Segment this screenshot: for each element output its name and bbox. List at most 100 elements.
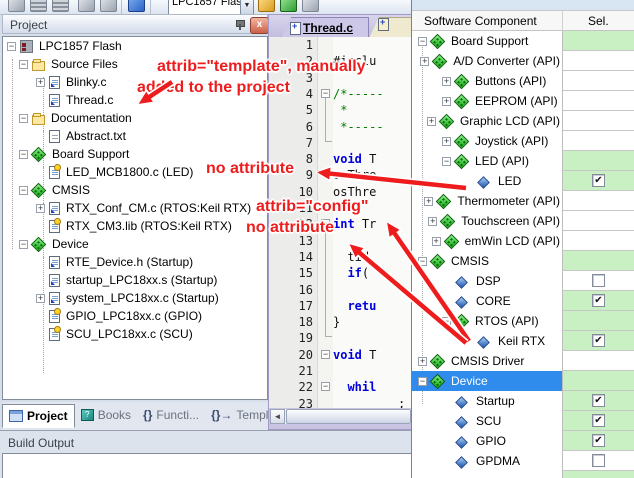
component-label: Touchscreen (API) — [459, 214, 562, 228]
tab-functi[interactable]: {}Functi... — [137, 404, 205, 426]
target-select-combo[interactable]: LPC1857 Flash ▼ — [168, 0, 254, 15]
checkbox-checked[interactable]: ✔ — [592, 334, 605, 347]
tree-item-cmsis[interactable]: −CMSIS — [3, 181, 267, 199]
code-text: whil — [333, 380, 376, 394]
component-label: Joystick (API) — [473, 134, 550, 148]
component-row-thermometer-api[interactable]: +Thermometer (API) — [412, 191, 634, 211]
tree-item-gpio-lpc18xx-c-gpio[interactable]: GPIO_LPC18xx.c (GPIO) — [3, 307, 267, 325]
component-row-graphic-lcd-api[interactable]: +Graphic LCD (API) — [412, 111, 634, 131]
component-row-startup[interactable]: Startup✔ — [412, 391, 634, 411]
translate-icon[interactable] — [78, 0, 95, 12]
options-for-target-icon[interactable] — [258, 0, 275, 12]
expander-device[interactable]: − — [418, 377, 427, 386]
close-icon[interactable]: x — [250, 17, 269, 34]
component-row-core[interactable]: CORE✔ — [412, 291, 634, 311]
tree-item-device[interactable]: −Device — [3, 235, 267, 253]
tab-books[interactable]: ?Books — [75, 404, 137, 426]
component-row-cmsis-driver[interactable]: +CMSIS Driver — [412, 351, 634, 371]
tree-item-rtx-cm3-lib-rtos-keil-rtx[interactable]: RTX_CM3.lib (RTOS:Keil RTX) — [3, 217, 267, 235]
expander-led-api[interactable]: − — [442, 157, 451, 166]
batch-build-icon[interactable] — [52, 0, 69, 12]
expander-lpc1857-flash[interactable]: − — [7, 42, 16, 51]
component-row-joystick-api[interactable]: + Joystick (API) — [412, 131, 634, 151]
checkbox-unchecked[interactable] — [592, 454, 605, 467]
expander-source-files[interactable]: − — [19, 60, 28, 69]
checkbox-checked[interactable]: ✔ — [592, 414, 605, 427]
fold-collapse-icon[interactable]: − — [321, 382, 330, 391]
tree-item-documentation[interactable]: −Documentation — [3, 109, 267, 127]
component-row-led-api[interactable]: −LED (API) — [412, 151, 634, 171]
expander-cmsis-driver[interactable]: + — [418, 357, 427, 366]
tab-project[interactable]: Project — [2, 404, 75, 428]
expander-graphic-lcd-api[interactable]: + — [427, 117, 436, 126]
expander-rtx-conf-cm-c-rtos-keil-rtx[interactable]: + — [36, 204, 45, 213]
fold-collapse-icon[interactable]: − — [321, 89, 330, 98]
expander-documentation[interactable]: − — [19, 114, 28, 123]
expander-emwin-lcd-api[interactable]: + — [432, 237, 441, 246]
component-row-device[interactable]: −Device — [412, 371, 634, 391]
checkbox-unchecked[interactable] — [592, 274, 605, 287]
rebuild-icon[interactable] — [30, 0, 47, 12]
component-row-keil-rtx[interactable]: Keil RTX✔ — [412, 331, 634, 351]
tree-item-label: SCU_LPC18xx.c (SCU) — [64, 327, 195, 341]
component-row-touchscreen-api[interactable]: + Touchscreen (API) — [412, 211, 634, 231]
checkbox-checked[interactable]: ✔ — [592, 434, 605, 447]
component-row-gpio[interactable]: GPIO✔ — [412, 431, 634, 451]
component-row-board-support[interactable]: −Board Support — [412, 31, 634, 51]
tree-item-system-lpc18xx-c-startup[interactable]: +system_LPC18xx.c (Startup) — [3, 289, 267, 307]
editor-horizontal-scrollbar[interactable]: ◄ — [270, 409, 411, 424]
expander-board-support[interactable]: − — [19, 150, 28, 159]
expander-joystick-api[interactable]: + — [442, 137, 451, 146]
tree-item-rtx-conf-cm-c-rtos-keil-rtx[interactable]: +RTX_Conf_CM.c (RTOS:Keil RTX) — [3, 199, 267, 217]
checkbox-checked[interactable]: ✔ — [592, 394, 605, 407]
expander-board-support[interactable]: − — [418, 37, 427, 46]
scrollbar-thumb[interactable] — [286, 409, 411, 424]
expander-spacer — [36, 96, 45, 105]
stop-build-icon[interactable] — [100, 0, 117, 12]
checkbox-checked[interactable]: ✔ — [592, 294, 605, 307]
expander-buttons-api[interactable]: + — [442, 77, 451, 86]
line-number: 20 — [269, 348, 313, 362]
indent — [412, 441, 442, 442]
manage-rte-icon[interactable] — [280, 0, 297, 12]
component-row-item[interactable] — [412, 471, 634, 478]
component-row-a-d-converter-api[interactable]: +A/D Converter (API) — [412, 51, 634, 71]
checkbox-checked[interactable]: ✔ — [592, 174, 605, 187]
expander-thermometer-api[interactable]: + — [424, 197, 433, 206]
expander-cmsis[interactable]: − — [418, 257, 427, 266]
expander-blinky-c[interactable]: + — [36, 78, 45, 87]
scroll-left-icon[interactable]: ◄ — [270, 409, 285, 424]
component-row-led[interactable]: LED✔ — [412, 171, 634, 191]
fold-collapse-icon[interactable]: − — [321, 350, 330, 359]
component-row-emwin-lcd-api[interactable]: +emWin LCD (API) — [412, 231, 634, 251]
component-row-buttons-api[interactable]: +Buttons (API) — [412, 71, 634, 91]
expander-eeprom-api[interactable]: + — [442, 97, 451, 106]
component-row-gpdma[interactable]: GPDMA — [412, 451, 634, 471]
tree-item-rte-device-h-startup[interactable]: RTE_Device.h (Startup) — [3, 253, 267, 271]
tree-item-scu-lpc18xx-c-scu[interactable]: SCU_LPC18xx.c (SCU) — [3, 325, 267, 343]
component-row-cmsis[interactable]: −CMSIS — [412, 251, 634, 271]
component-diamond-icon — [436, 194, 452, 210]
component-row-rtos-api[interactable]: −RTOS (API) — [412, 311, 634, 331]
tree-item-abstract-txt[interactable]: Abstract.txt — [3, 127, 267, 145]
tab-next-file[interactable] — [369, 17, 413, 38]
file-extensions-icon[interactable] — [302, 0, 319, 12]
expander-rtos-api[interactable]: − — [442, 317, 451, 326]
indent — [3, 280, 36, 281]
expander-a-d-converter-api[interactable]: + — [420, 57, 429, 66]
chevron-down-icon[interactable]: ▼ — [240, 0, 253, 15]
expander-device[interactable]: − — [19, 240, 28, 249]
expander-system-lpc18xx-c-startup[interactable]: + — [36, 294, 45, 303]
tree-item-lpc1857-flash[interactable]: −LPC1857 Flash — [3, 37, 267, 55]
tab-thread-c[interactable]: Thread.c — [281, 17, 369, 38]
expander-cmsis[interactable]: − — [19, 186, 28, 195]
expander-touchscreen-api[interactable]: + — [428, 217, 437, 226]
component-grid-header: Software Component Sel. — [412, 10, 634, 31]
build-icon[interactable] — [8, 0, 25, 12]
tree-item-startup-lpc18xx-s-startup[interactable]: startup_LPC18xx.s (Startup) — [3, 271, 267, 289]
pin-icon[interactable] — [235, 19, 244, 30]
component-row-dsp[interactable]: DSP — [412, 271, 634, 291]
component-row-scu[interactable]: SCU✔ — [412, 411, 634, 431]
component-row-eeprom-api[interactable]: +EEPROM (API) — [412, 91, 634, 111]
download-icon[interactable] — [128, 0, 145, 12]
